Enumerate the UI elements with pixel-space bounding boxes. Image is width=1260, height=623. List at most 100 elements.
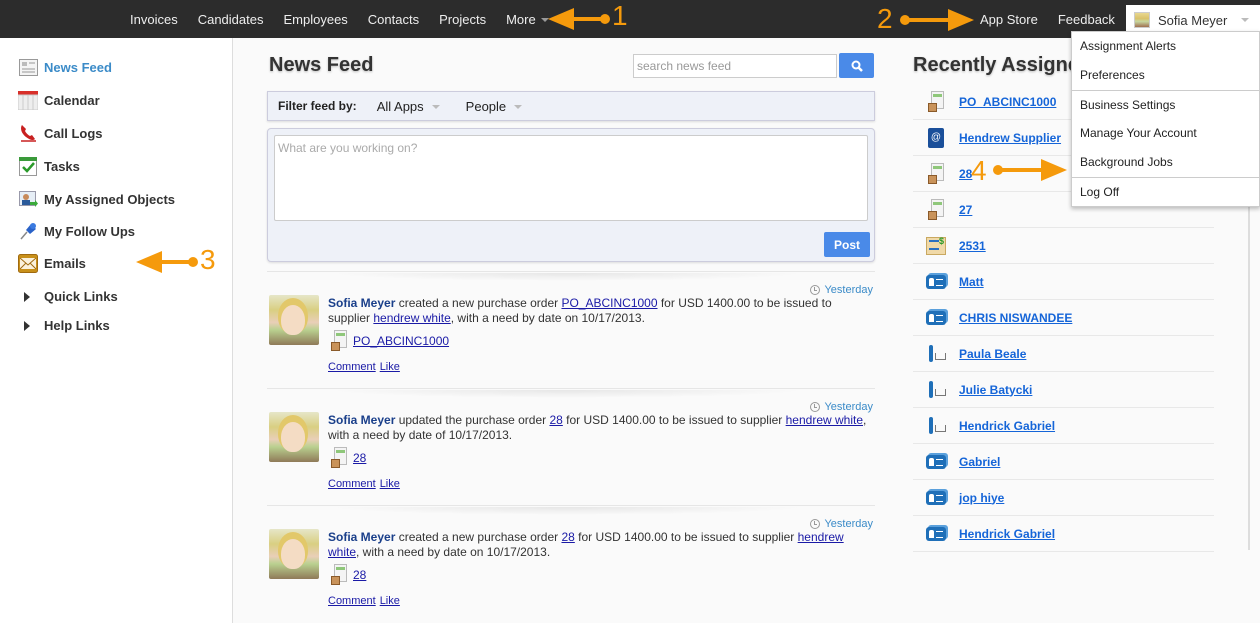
- invoice-envelope-icon: [926, 236, 946, 255]
- phone-icon: [18, 124, 38, 142]
- post-time-label: Yesterday: [824, 401, 873, 413]
- recent-item-link[interactable]: PO_ABCINC1000: [959, 95, 1056, 109]
- news-feed-panel: News Feed Filter feed by: All Apps Peopl…: [233, 38, 893, 623]
- sidebar: News Feed Calendar Call Logs Tasks My As…: [0, 38, 233, 623]
- author-avatar[interactable]: [269, 529, 319, 579]
- nav-app-store[interactable]: App Store: [970, 12, 1048, 27]
- supplier-link[interactable]: hendrew white: [373, 311, 450, 325]
- envelope-icon: [18, 253, 38, 273]
- menu-item-business-settings[interactable]: Business Settings: [1072, 90, 1259, 119]
- recent-item-link[interactable]: Hendrick Gabriel: [959, 419, 1055, 433]
- like-link[interactable]: Like: [380, 478, 400, 490]
- search-icon: [851, 60, 863, 72]
- sidebar-group-label: Quick Links: [44, 289, 118, 304]
- post-object-link[interactable]: 28: [549, 413, 562, 427]
- sidebar-item-my-assigned-objects[interactable]: My Assigned Objects: [18, 190, 175, 208]
- status-textarea[interactable]: [274, 135, 868, 221]
- annotation-number: 3: [200, 244, 216, 275]
- purchase-order-icon: [331, 447, 347, 469]
- like-link[interactable]: Like: [380, 595, 400, 607]
- comment-link[interactable]: Comment: [328, 361, 376, 373]
- menu-item-manage-account[interactable]: Manage Your Account: [1072, 119, 1259, 148]
- recent-item-link[interactable]: Paula Beale: [959, 347, 1026, 361]
- arrow-line: [570, 17, 604, 21]
- sidebar-item-label: Call Logs: [44, 125, 103, 141]
- divider-shadow: [327, 390, 807, 398]
- arrow-line: [998, 168, 1044, 172]
- recent-item-link[interactable]: Hendrick Gabriel: [959, 527, 1055, 541]
- annotation-number: 1: [612, 0, 628, 31]
- sidebar-group-label: Help Links: [44, 318, 110, 333]
- feed-post: Yesterday Sofia Meyer created a new purc…: [267, 505, 875, 622]
- recent-item-link[interactable]: Gabriel: [959, 455, 1000, 469]
- nav-invoices[interactable]: Invoices: [120, 12, 188, 27]
- sidebar-group-quick-links[interactable]: Quick Links: [18, 289, 118, 304]
- recent-item: Paula Beale: [913, 336, 1214, 372]
- menu-item-background-jobs[interactable]: Background Jobs: [1072, 148, 1259, 177]
- like-link[interactable]: Like: [380, 361, 400, 373]
- tasks-check-icon: [18, 156, 38, 176]
- sidebar-item-label: Calendar: [44, 92, 100, 108]
- pushpin-icon: [18, 222, 38, 240]
- nav-employees[interactable]: Employees: [273, 12, 357, 27]
- search-button[interactable]: [839, 53, 874, 78]
- recent-item-link[interactable]: CHRIS NISWANDEE: [959, 311, 1072, 325]
- user-dropdown-menu: Assignment Alerts Preferences Business S…: [1071, 31, 1260, 207]
- menu-item-assignment-alerts[interactable]: Assignment Alerts: [1072, 32, 1259, 61]
- search-input[interactable]: [633, 54, 837, 78]
- sidebar-item-my-follow-ups[interactable]: My Follow Ups: [18, 222, 135, 240]
- feed-post: Yesterday Sofia Meyer updated the purcha…: [267, 388, 875, 505]
- menu-item-preferences[interactable]: Preferences: [1072, 61, 1259, 90]
- attachment-link[interactable]: 28: [353, 568, 366, 582]
- recently-assigned-title: Recently Assigned: [913, 54, 1092, 76]
- post-author[interactable]: Sofia Meyer: [328, 530, 395, 544]
- sidebar-item-call-logs[interactable]: Call Logs: [18, 124, 103, 142]
- menu-item-log-off[interactable]: Log Off: [1072, 177, 1259, 206]
- attachment-link[interactable]: 28: [353, 451, 366, 465]
- chevron-down-icon: [1241, 18, 1250, 22]
- recent-item-link[interactable]: Matt: [959, 275, 984, 289]
- post-author[interactable]: Sofia Meyer: [328, 296, 395, 310]
- comment-link[interactable]: Comment: [328, 478, 376, 490]
- author-avatar[interactable]: [269, 295, 319, 345]
- post-text: , with a need by date on 10/17/2013.: [450, 311, 645, 325]
- filter-people-select[interactable]: People: [466, 99, 523, 114]
- calendar-icon: [18, 90, 38, 110]
- recent-item-link[interactable]: Hendrew Supplier: [959, 131, 1061, 145]
- sidebar-item-news-feed[interactable]: News Feed: [18, 58, 112, 76]
- chevron-down-icon: [514, 105, 523, 110]
- sidebar-group-help-links[interactable]: Help Links: [18, 318, 110, 333]
- divider-shadow: [327, 507, 807, 515]
- post-author[interactable]: Sofia Meyer: [328, 413, 395, 427]
- comment-link[interactable]: Comment: [328, 595, 376, 607]
- recent-item-link[interactable]: jop hiye: [959, 491, 1004, 505]
- arrow-right-icon: [948, 9, 974, 31]
- post-text: updated the purchase order: [395, 413, 550, 427]
- attachment-link[interactable]: PO_ABCINC1000: [353, 334, 449, 348]
- recent-item-link[interactable]: 27: [959, 203, 972, 217]
- filter-apps-select[interactable]: All Apps: [377, 99, 440, 114]
- post-button[interactable]: Post: [824, 232, 870, 257]
- page-title: News Feed: [269, 54, 374, 76]
- sidebar-item-calendar[interactable]: Calendar: [18, 90, 100, 110]
- recent-item-link[interactable]: 2531: [959, 239, 986, 253]
- shopper-icon: [926, 416, 946, 436]
- sidebar-item-label: My Follow Ups: [44, 223, 135, 239]
- recent-item-link[interactable]: Julie Batycki: [959, 383, 1032, 397]
- supplier-link[interactable]: hendrew white: [786, 413, 863, 427]
- post-object-link[interactable]: PO_ABCINC1000: [561, 296, 657, 310]
- sidebar-item-tasks[interactable]: Tasks: [18, 156, 80, 176]
- arrow-dot: [600, 14, 610, 24]
- assigned-user-icon: [18, 190, 38, 208]
- post-object-link[interactable]: 28: [561, 530, 574, 544]
- nav-projects[interactable]: Projects: [429, 12, 496, 27]
- nav-feedback[interactable]: Feedback: [1048, 12, 1125, 27]
- nav-candidates[interactable]: Candidates: [188, 12, 274, 27]
- recent-item: Julie Batycki: [913, 372, 1214, 408]
- author-avatar[interactable]: [269, 412, 319, 462]
- post-attachment: PO_ABCINC1000: [331, 330, 449, 352]
- nav-contacts[interactable]: Contacts: [358, 12, 429, 27]
- sidebar-item-emails[interactable]: Emails: [18, 253, 86, 273]
- post-actions: Comment Like: [328, 361, 404, 373]
- post-text: for USD 1400.00 to be issued to supplier: [574, 530, 798, 544]
